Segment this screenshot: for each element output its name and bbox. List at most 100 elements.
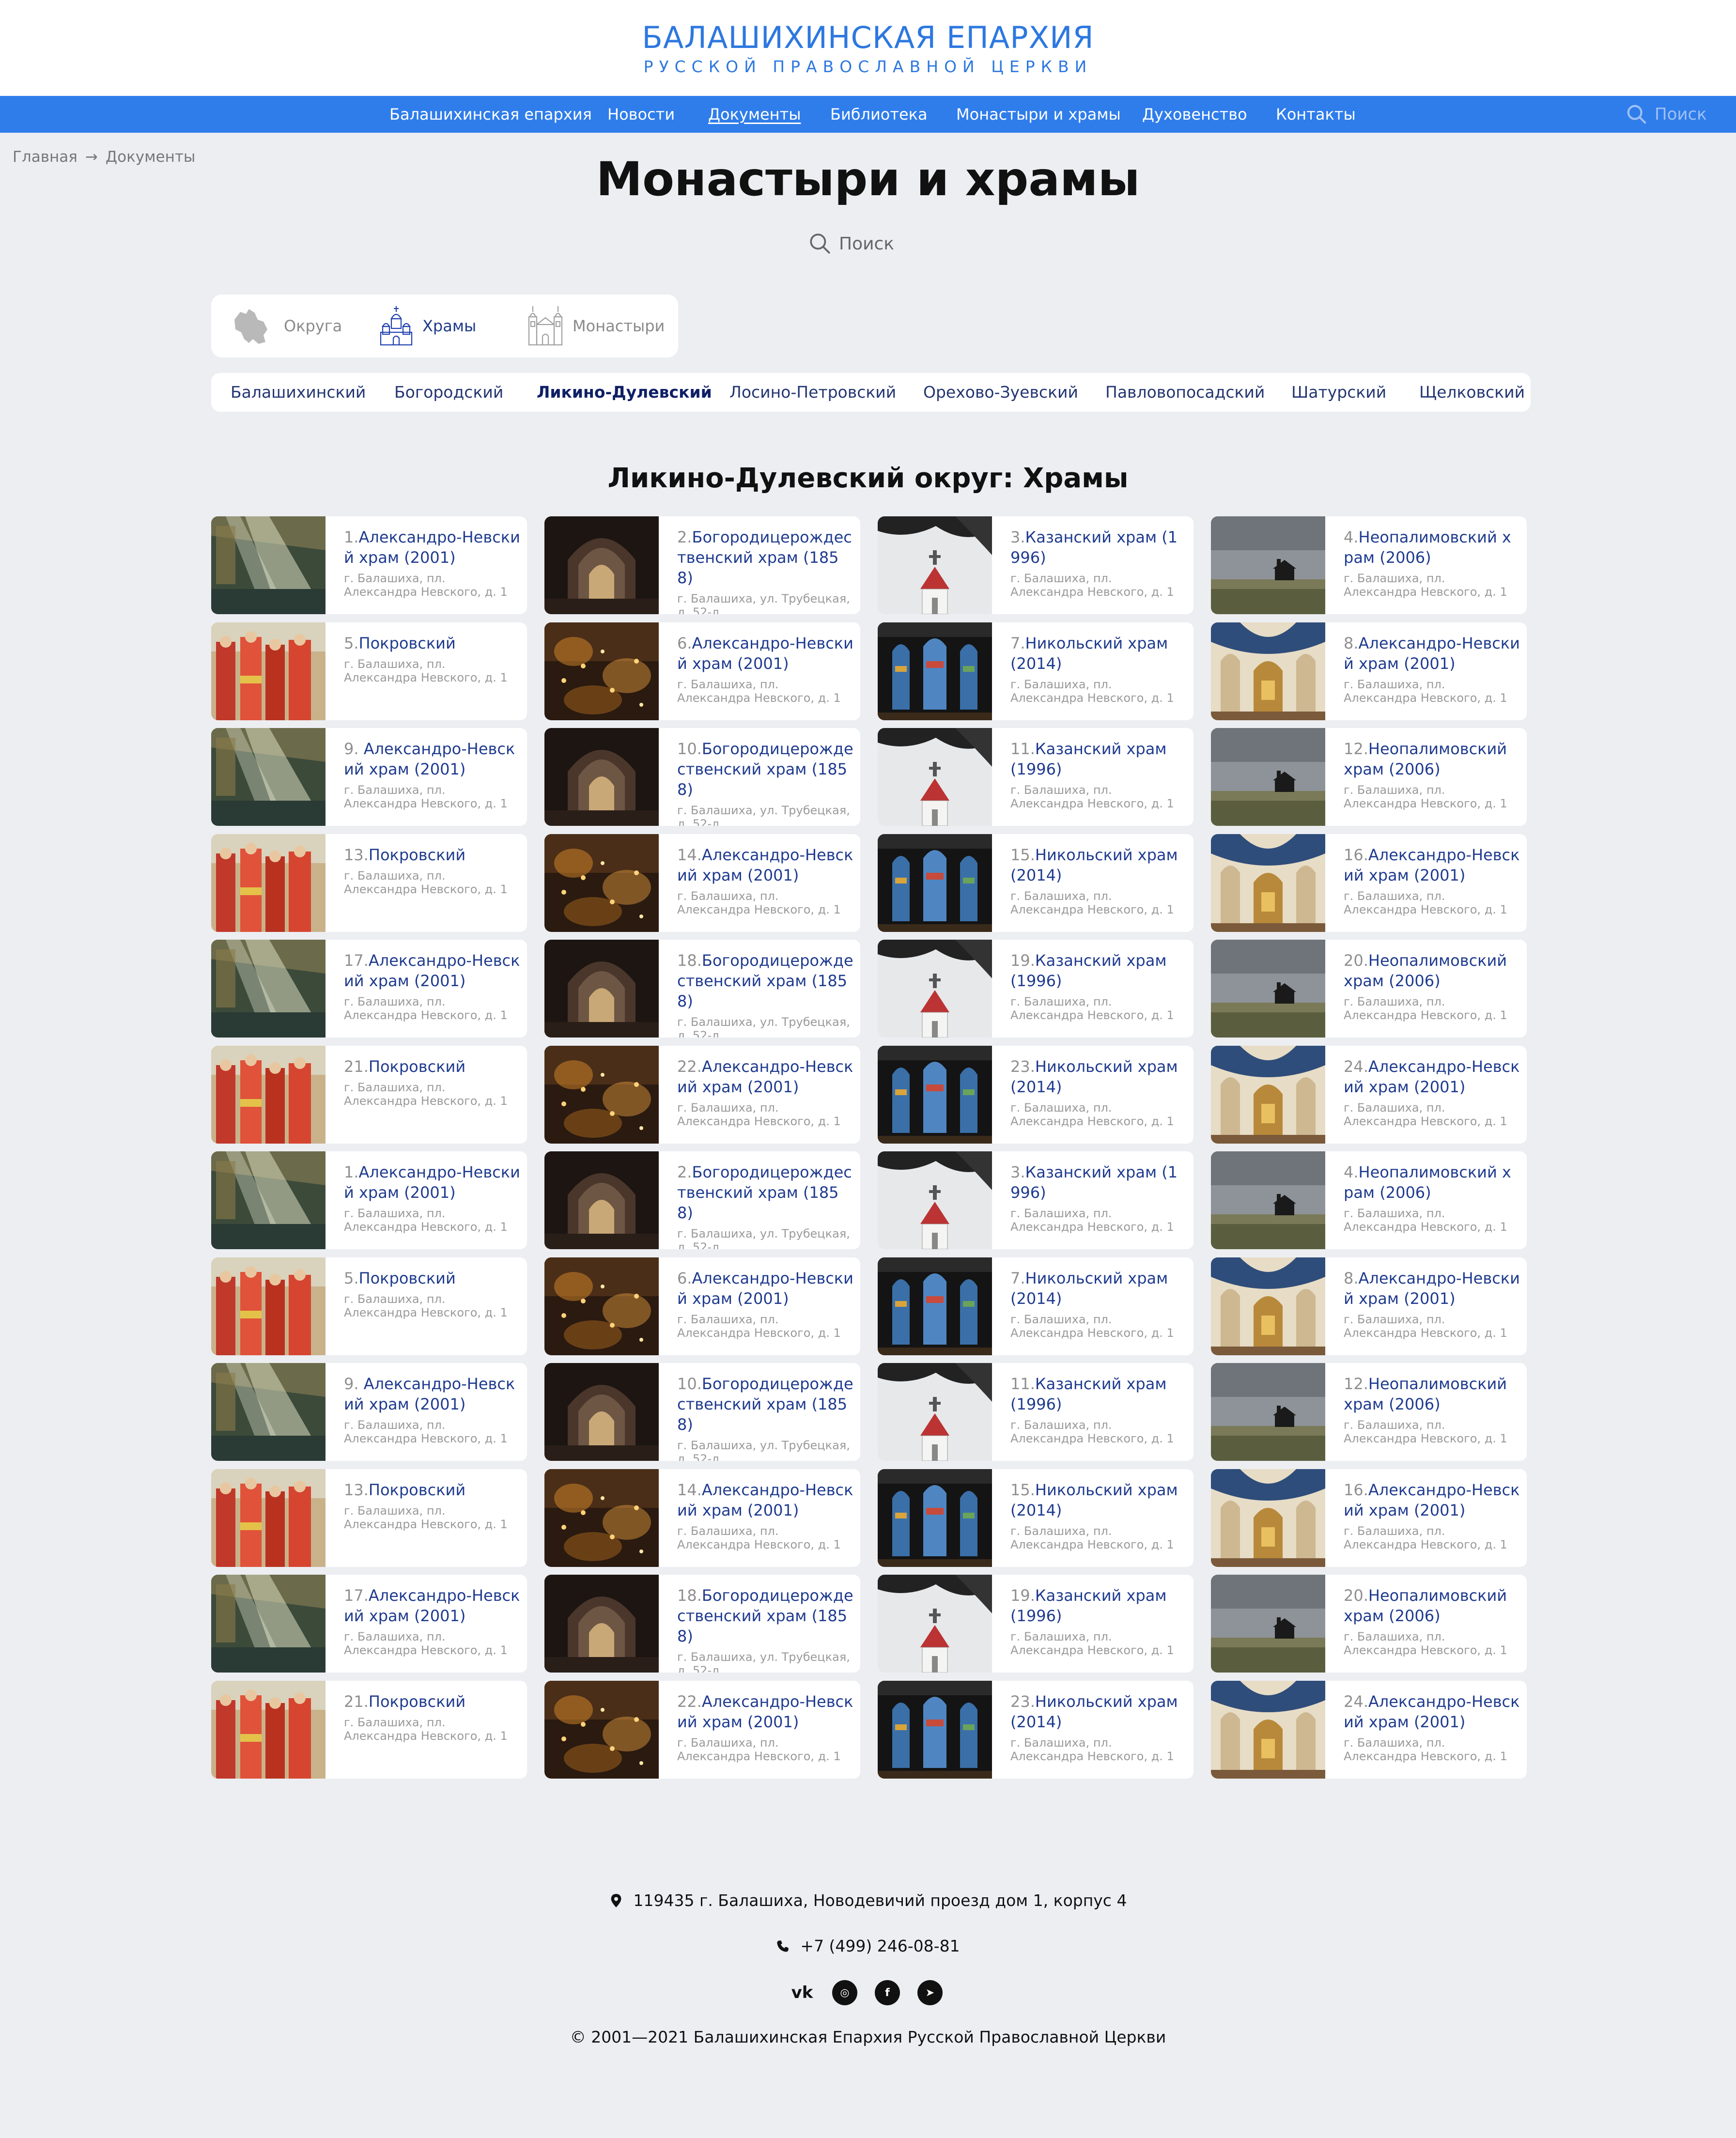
church-card[interactable]: 20.Неопалимовский храм (2006) г. Балаших… xyxy=(1211,940,1527,1038)
church-photo[interactable] xyxy=(211,1046,326,1144)
nav-item-monasteries[interactable]: Монастыри и храмы xyxy=(956,96,1121,133)
church-title[interactable]: 1.Александро-Невский храм (2001) xyxy=(344,1162,520,1203)
district-bogorodsky[interactable]: Богородский xyxy=(394,373,503,412)
church-photo[interactable] xyxy=(878,1469,992,1567)
church-card[interactable]: 20.Неопалимовский храм (2006) г. Балаших… xyxy=(1211,1575,1527,1673)
church-photo[interactable] xyxy=(878,1046,992,1144)
church-title[interactable]: 20.Неопалимовский храм (2006) xyxy=(1344,950,1520,991)
church-photo[interactable] xyxy=(544,940,659,1038)
church-title[interactable]: 15.Никольский храм (2014) xyxy=(1010,845,1187,885)
church-photo[interactable] xyxy=(878,1575,992,1673)
church-card[interactable]: 8.Александро-Невский храм (2001) г. Бала… xyxy=(1211,1257,1527,1355)
church-card[interactable]: 21.Покровский г. Балашиха, пл. Александр… xyxy=(211,1681,527,1779)
church-title[interactable]: 22.Александро-Невский храм (2001) xyxy=(677,1691,853,1732)
church-card[interactable]: 23.Никольский храм (2014) г. Балашиха, п… xyxy=(878,1681,1194,1779)
nav-item-clergy[interactable]: Духовенство xyxy=(1142,96,1247,133)
district-shatursky[interactable]: Шатурский xyxy=(1291,373,1386,412)
nav-search[interactable]: Поиск xyxy=(1626,96,1707,133)
church-title[interactable]: 24.Александро-Невский храм (2001) xyxy=(1344,1056,1520,1097)
church-title[interactable]: 5.Покровский xyxy=(344,633,520,653)
district-balashikhinsky[interactable]: Балашихинский xyxy=(231,373,366,412)
church-photo[interactable] xyxy=(878,1363,992,1461)
church-photo[interactable] xyxy=(211,1469,326,1567)
tab-monasteries[interactable]: Монастыри xyxy=(526,305,665,347)
church-photo[interactable] xyxy=(544,516,659,614)
church-card[interactable]: 5.Покровский г. Балашиха, пл. Александра… xyxy=(211,622,527,720)
church-photo[interactable] xyxy=(1211,622,1325,720)
nav-item-documents[interactable]: Документы xyxy=(708,96,801,133)
church-card[interactable]: 15.Никольский храм (2014) г. Балашиха, п… xyxy=(878,834,1194,932)
church-title[interactable]: 22.Александро-Невский храм (2001) xyxy=(677,1056,853,1097)
nav-item-eparchy[interactable]: Балашихинская епархия xyxy=(389,96,592,133)
church-photo[interactable] xyxy=(1211,1575,1325,1673)
church-card[interactable]: 14.Александро-Невский храм (2001) г. Бал… xyxy=(544,834,860,932)
church-card[interactable]: 18.Богородицерождественский храм (1858) … xyxy=(544,1575,860,1673)
district-likino-dulevsky[interactable]: Ликино-Дулевский xyxy=(537,373,712,412)
church-photo[interactable] xyxy=(878,940,992,1038)
church-photo[interactable] xyxy=(211,1257,326,1355)
church-photo[interactable] xyxy=(878,1257,992,1355)
church-title[interactable]: 10.Богородицерождественский храм (1858) xyxy=(677,739,853,800)
church-card[interactable]: 13.Покровский г. Балашиха, пл. Александр… xyxy=(211,834,527,932)
church-title[interactable]: 2.Богородицерождественский храм (1858) xyxy=(677,527,853,588)
church-title[interactable]: 4.Неопалимовский храм (2006) xyxy=(1344,1162,1520,1203)
church-title[interactable]: 4.Неопалимовский храм (2006) xyxy=(1344,527,1520,568)
district-losino-petrovsky[interactable]: Лосино-Петровский xyxy=(729,373,896,412)
church-photo[interactable] xyxy=(211,1575,326,1673)
church-card[interactable]: 10.Богородицерождественский храм (1858) … xyxy=(544,728,860,826)
church-title[interactable]: 9. Александро-Невский храм (2001) xyxy=(344,1374,520,1414)
church-card[interactable]: 23.Никольский храм (2014) г. Балашиха, п… xyxy=(878,1046,1194,1144)
church-title[interactable]: 9. Александро-Невский храм (2001) xyxy=(344,739,520,779)
church-card[interactable]: 4.Неопалимовский храм (2006) г. Балашиха… xyxy=(1211,516,1527,614)
church-photo[interactable] xyxy=(211,1681,326,1779)
tab-districts[interactable]: Округа xyxy=(230,305,342,347)
church-card[interactable]: 2.Богородицерождественский храм (1858) г… xyxy=(544,1151,860,1249)
church-card[interactable]: 10.Богородицерождественский храм (1858) … xyxy=(544,1363,860,1461)
church-photo[interactable] xyxy=(878,728,992,826)
church-photo[interactable] xyxy=(544,1257,659,1355)
church-photo[interactable] xyxy=(211,728,326,826)
church-photo[interactable] xyxy=(1211,1151,1325,1249)
church-photo[interactable] xyxy=(1211,516,1325,614)
church-title[interactable]: 14.Александро-Невский храм (2001) xyxy=(677,1480,853,1520)
footer-phone[interactable]: +7 (499) 246-08-81 xyxy=(0,1937,1736,1955)
church-title[interactable]: 16.Александро-Невский храм (2001) xyxy=(1344,1480,1520,1520)
church-title[interactable]: 19.Казанский храм (1996) xyxy=(1010,950,1187,991)
church-title[interactable]: 12.Неопалимовский храм (2006) xyxy=(1344,1374,1520,1414)
church-title[interactable]: 21.Покровский xyxy=(344,1056,520,1077)
church-title[interactable]: 14.Александро-Невский храм (2001) xyxy=(677,845,853,885)
church-title[interactable]: 6.Александро-Невский храм (2001) xyxy=(677,1268,853,1309)
church-card[interactable]: 9. Александро-Невский храм (2001) г. Бал… xyxy=(211,1363,527,1461)
church-card[interactable]: 18.Богородицерождественский храм (1858) … xyxy=(544,940,860,1038)
vk-icon[interactable]: vk xyxy=(790,1980,815,2005)
church-card[interactable]: 3.Казанский храм (1996) г. Балашиха, пл.… xyxy=(878,516,1194,614)
church-card[interactable]: 1.Александро-Невский храм (2001) г. Бала… xyxy=(211,516,527,614)
church-card[interactable]: 16.Александро-Невский храм (2001) г. Бал… xyxy=(1211,834,1527,932)
church-card[interactable]: 6.Александро-Невский храм (2001) г. Бала… xyxy=(544,622,860,720)
tab-churches[interactable]: Храмы xyxy=(378,305,476,347)
church-card[interactable]: 16.Александро-Невский храм (2001) г. Бал… xyxy=(1211,1469,1527,1567)
church-title[interactable]: 8.Александро-Невский храм (2001) xyxy=(1344,633,1520,674)
church-card[interactable]: 3.Казанский храм (1996) г. Балашиха, пл.… xyxy=(878,1151,1194,1249)
church-title[interactable]: 6.Александро-Невский храм (2001) xyxy=(677,633,853,674)
church-photo[interactable] xyxy=(544,834,659,932)
church-card[interactable]: 24.Александро-Невский храм (2001) г. Бал… xyxy=(1211,1681,1527,1779)
church-title[interactable]: 13.Покровский xyxy=(344,845,520,865)
church-card[interactable]: 14.Александро-Невский храм (2001) г. Бал… xyxy=(544,1469,860,1567)
church-title[interactable]: 23.Никольский храм (2014) xyxy=(1010,1056,1187,1097)
church-title[interactable]: 11.Казанский храм (1996) xyxy=(1010,739,1187,779)
church-title[interactable]: 18.Богородицерождественский храм (1858) xyxy=(677,950,853,1011)
church-photo[interactable] xyxy=(1211,728,1325,826)
church-photo[interactable] xyxy=(878,516,992,614)
church-title[interactable]: 19.Казанский храм (1996) xyxy=(1010,1585,1187,1626)
church-title[interactable]: 17.Александро-Невский храм (2001) xyxy=(344,950,520,991)
church-photo[interactable] xyxy=(211,1151,326,1249)
church-card[interactable]: 15.Никольский храм (2014) г. Балашиха, п… xyxy=(878,1469,1194,1567)
church-card[interactable]: 21.Покровский г. Балашиха, пл. Александр… xyxy=(211,1046,527,1144)
church-photo[interactable] xyxy=(878,1681,992,1779)
church-card[interactable]: 7.Никольский храм (2014) г. Балашиха, пл… xyxy=(878,622,1194,720)
church-title[interactable]: 7.Никольский храм (2014) xyxy=(1010,633,1187,674)
facebook-icon[interactable]: f xyxy=(875,1980,900,2005)
church-card[interactable]: 4.Неопалимовский храм (2006) г. Балашиха… xyxy=(1211,1151,1527,1249)
church-card[interactable]: 22.Александро-Невский храм (2001) г. Бал… xyxy=(544,1046,860,1144)
